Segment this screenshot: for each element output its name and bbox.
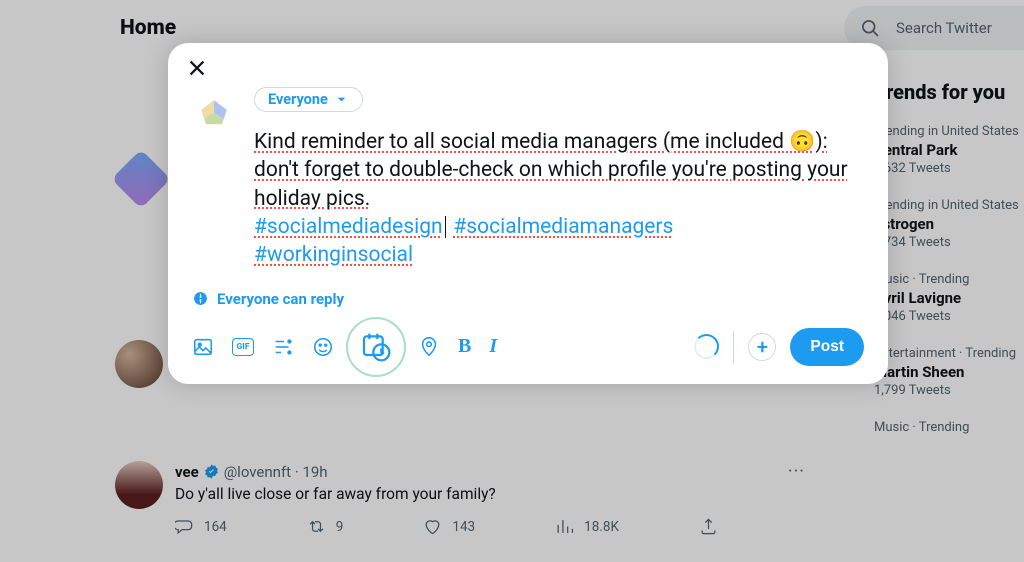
media-button[interactable]	[192, 336, 214, 358]
poll-button[interactable]	[272, 336, 294, 358]
chevron-down-icon	[334, 92, 349, 107]
location-button[interactable]	[418, 336, 440, 358]
audience-label: Everyone	[268, 91, 328, 108]
audience-selector[interactable]: Everyone	[254, 87, 363, 112]
reply-settings[interactable]: Everyone can reply	[186, 290, 870, 308]
compose-toolbar: GIF B I + Post	[186, 328, 870, 366]
location-icon	[418, 336, 440, 358]
add-thread-button[interactable]: +	[748, 333, 776, 361]
hashtag[interactable]: #socialmediamanagers	[453, 215, 673, 239]
schedule-icon[interactable]	[360, 331, 392, 363]
schedule-highlight	[346, 317, 406, 377]
compose-textarea[interactable]: Kind reminder to all social media manage…	[254, 128, 864, 270]
image-icon	[192, 336, 214, 358]
compose-text-content: Kind reminder to all social media manage…	[254, 130, 848, 211]
emoji-button[interactable]	[312, 336, 334, 358]
reply-settings-label: Everyone can reply	[217, 290, 344, 308]
compose-avatar[interactable]	[192, 91, 236, 135]
hashtag[interactable]: #workinginsocial	[254, 243, 413, 267]
bold-button[interactable]: B	[458, 335, 471, 358]
hashtag[interactable]: #socialmediadesign	[254, 215, 443, 239]
close-icon	[186, 57, 208, 79]
emoji-icon	[312, 336, 334, 358]
italic-button[interactable]: I	[489, 335, 497, 358]
gif-button[interactable]: GIF	[232, 338, 254, 356]
post-button[interactable]: Post	[790, 328, 864, 366]
char-count-ring	[694, 334, 719, 359]
globe-icon	[192, 290, 209, 307]
compose-dialog: Everyone Kind reminder to all social med…	[168, 43, 888, 384]
poll-icon	[272, 336, 294, 358]
toolbar-divider	[733, 331, 734, 363]
close-button[interactable]	[186, 57, 208, 79]
